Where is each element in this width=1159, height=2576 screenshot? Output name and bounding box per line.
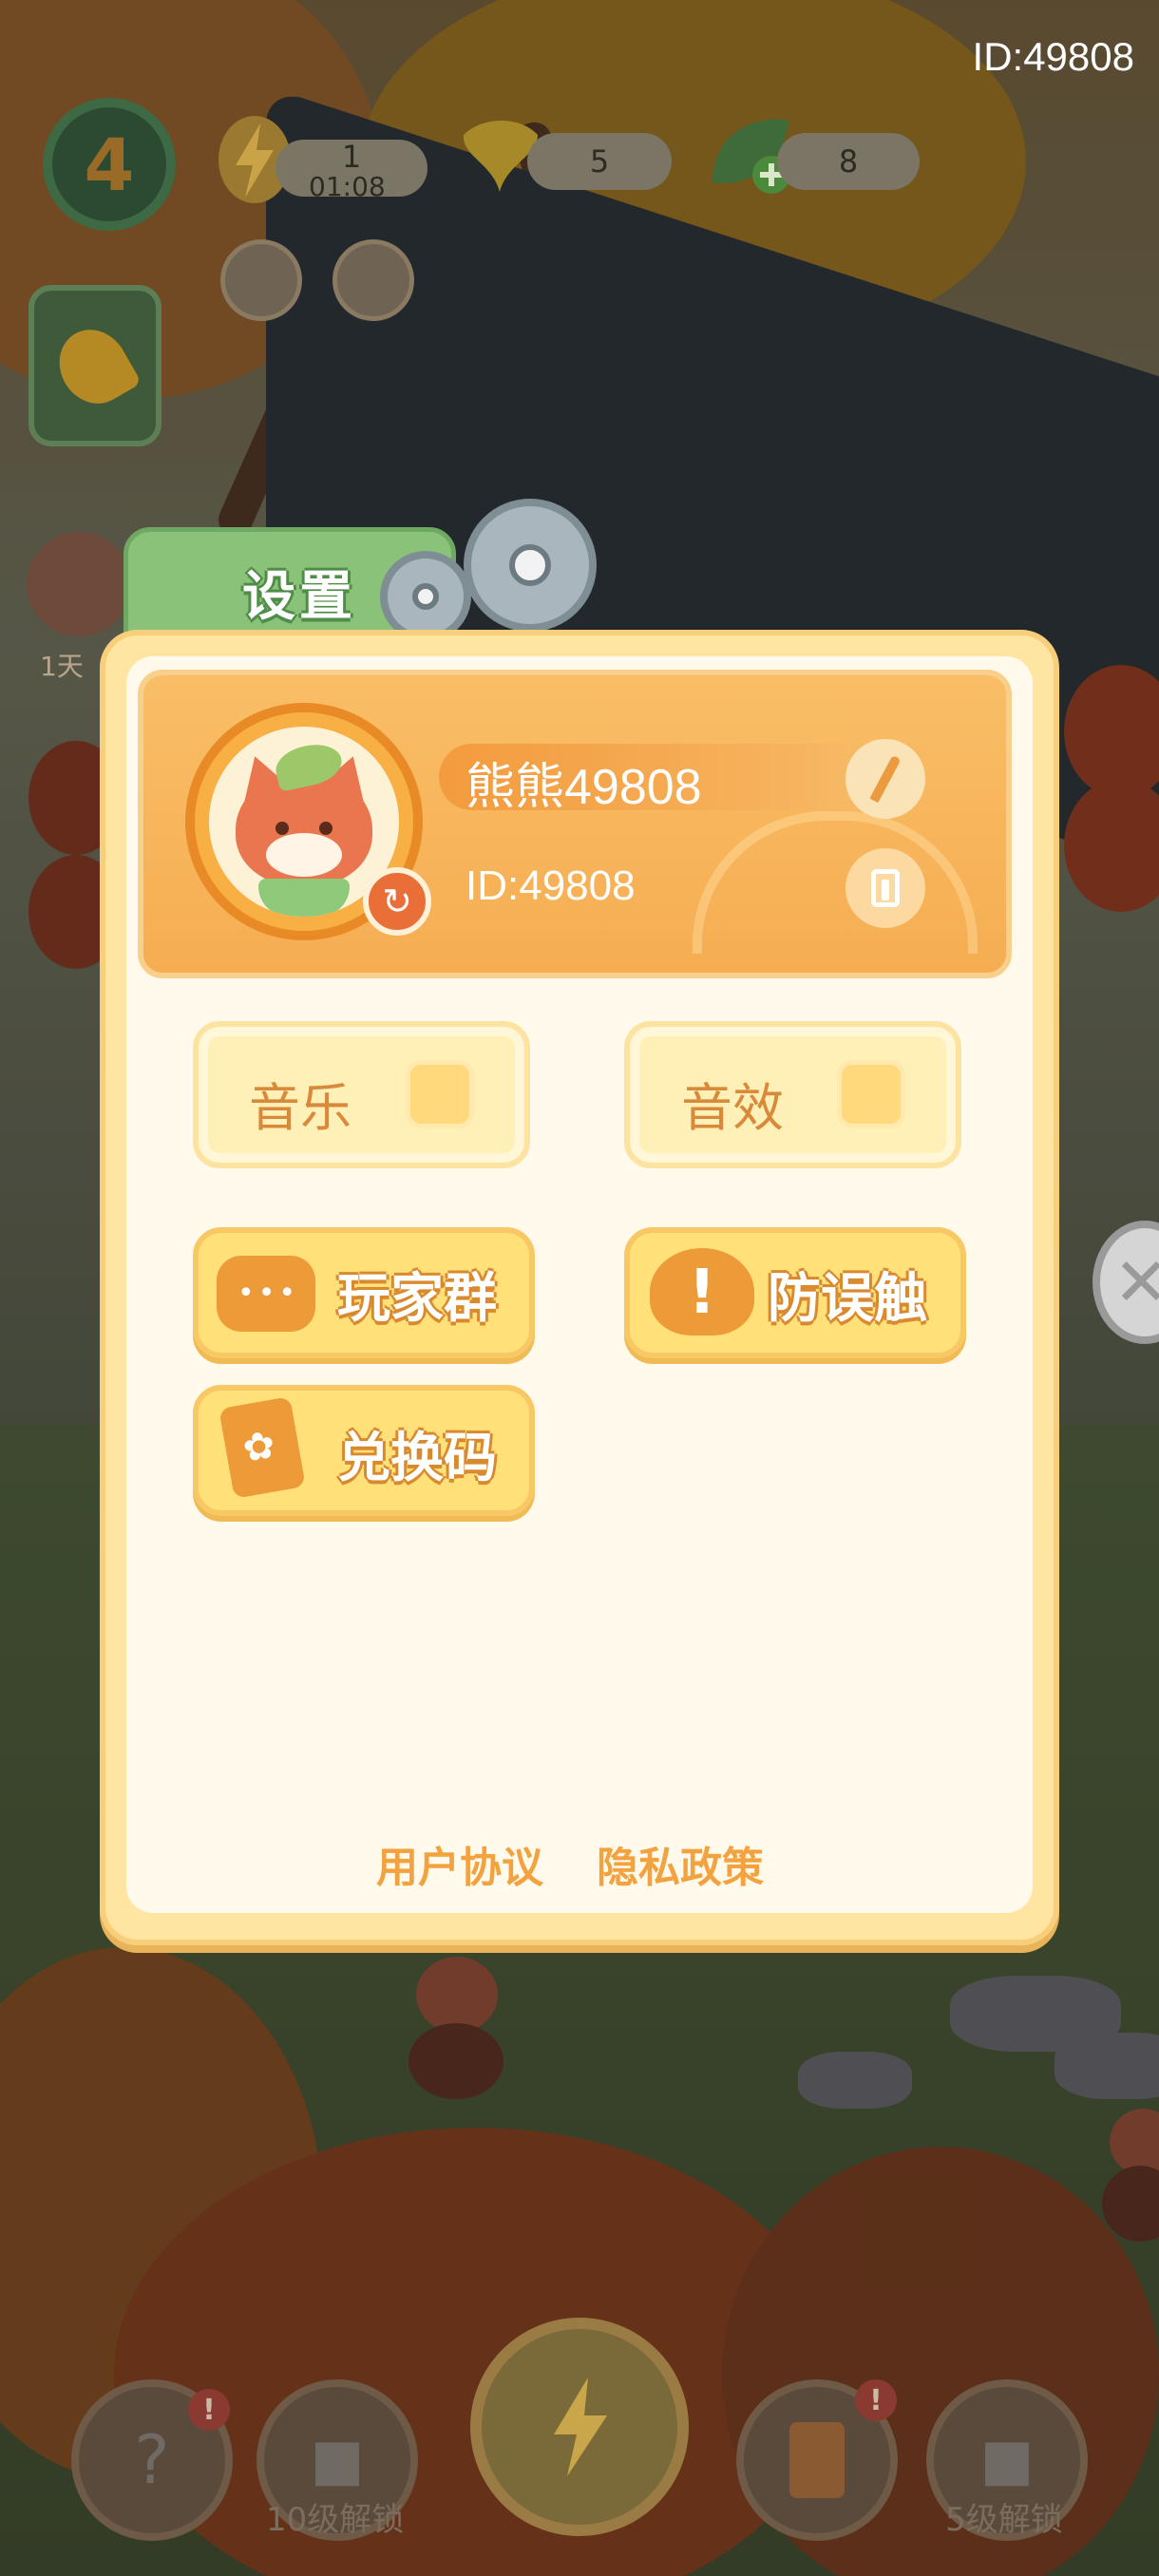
unlock-label-left: 10级解锁 (266, 2501, 405, 2539)
energy-count: 1 (341, 139, 362, 175)
redeem-code-label: 兑换码 (337, 1428, 497, 1489)
lock-icon: ■ (310, 2427, 365, 2493)
ginkgo-task-card[interactable] (28, 285, 162, 446)
lightning-icon (554, 2377, 607, 2476)
energy-timer: 01:08 (309, 171, 386, 202)
music-toggle[interactable] (193, 1021, 530, 1168)
alert-badge: ! (188, 2389, 230, 2431)
large-gear-icon (464, 499, 597, 632)
copy-id-button[interactable] (846, 848, 925, 928)
level-number: 4 (84, 122, 135, 207)
pen-icon (869, 754, 902, 804)
ginkgo-counter[interactable]: 5 (527, 133, 672, 190)
copy-icon (871, 869, 900, 907)
nickname-text: 熊熊49808 (466, 760, 702, 815)
lock-icon: ■ (979, 2427, 1035, 2493)
sfx-toggle[interactable] (624, 1021, 961, 1168)
cat-eye-icon[interactable] (332, 239, 414, 321)
top-user-id: ID:49808 (972, 34, 1134, 79)
event-timer-label: 1天 (40, 651, 84, 682)
user-id-text: ID:49808 (466, 862, 636, 909)
event-character-icon[interactable] (27, 532, 131, 636)
redeem-card-icon: ✿ (218, 1396, 306, 1499)
unlock-label-right: 5级解锁 (945, 2501, 1063, 2539)
alert-badge: ! (855, 2379, 897, 2421)
user-agreement-link[interactable]: 用户协议 (376, 1833, 543, 1894)
chat-bubble-icon: ••• (217, 1256, 315, 1332)
small-gear-icon (380, 551, 471, 642)
energy-main-button[interactable] (470, 2318, 689, 2536)
ginkgo-count: 5 (589, 143, 610, 180)
ginkgo-leaf-icon (46, 316, 142, 417)
edit-nickname-button[interactable] (846, 739, 925, 819)
change-avatar-button[interactable]: ↻ (363, 867, 431, 936)
warning-icon: ! (650, 1248, 754, 1335)
book-icon (789, 2422, 845, 2498)
music-checkbox[interactable] (406, 1060, 474, 1128)
flower-settings-icon[interactable] (220, 239, 302, 321)
privacy-policy-link[interactable]: 隐私政策 (597, 1833, 764, 1894)
close-icon: ✕ (1113, 1243, 1159, 1321)
music-label: 音乐 (249, 1078, 352, 1138)
settings-title: 设置 (242, 566, 356, 628)
leaf-count: 8 (838, 143, 859, 180)
question-icon: ? (134, 2421, 170, 2499)
anti-mistouch-label: 防误触 (768, 1268, 927, 1330)
level-badge[interactable]: 4 (43, 98, 176, 231)
sfx-checkbox[interactable] (837, 1060, 905, 1128)
refresh-icon: ↻ (382, 881, 412, 922)
player-group-label: 玩家群 (337, 1268, 497, 1330)
leaf-counter[interactable]: 8 (777, 133, 920, 190)
sfx-label: 音效 (681, 1078, 784, 1138)
